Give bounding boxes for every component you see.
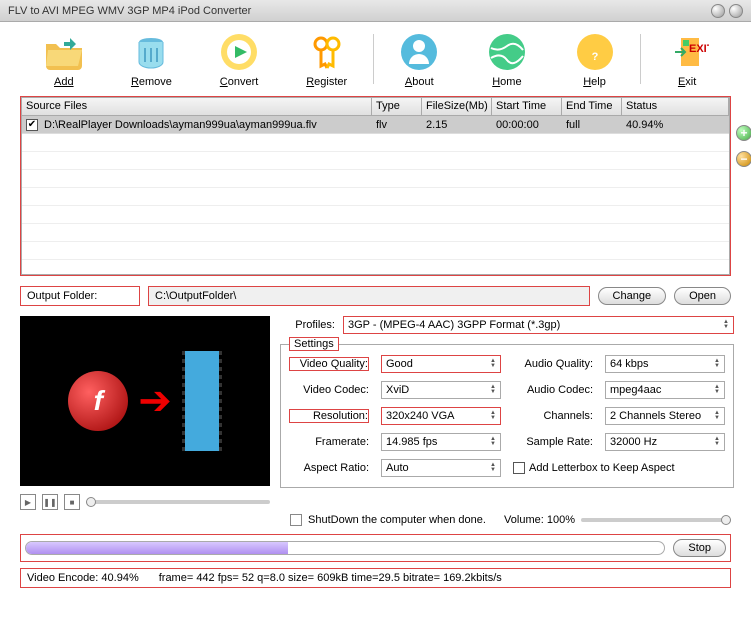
svg-text:?: ?	[591, 51, 598, 63]
flash-icon: f	[68, 371, 128, 431]
video-codec-select[interactable]: XviD▲▼	[381, 381, 501, 399]
shutdown-checkbox[interactable]	[290, 514, 302, 526]
preview-play-button[interactable]: ▶	[20, 494, 36, 510]
audio-codec-label: Audio Codec:	[513, 384, 593, 396]
file-table: + − Source Files Type FileSize(Mb) Start…	[20, 96, 731, 276]
aspect-label: Aspect Ratio:	[289, 462, 369, 474]
encode-status: Video Encode: 40.94%	[27, 572, 139, 584]
row-checkbox[interactable]: ✔	[26, 119, 38, 131]
window-title: FLV to AVI MPEG WMV 3GP MP4 iPod Convert…	[8, 5, 251, 17]
output-folder-path[interactable]: C:\OutputFolder\	[148, 286, 590, 306]
change-button[interactable]: Change	[598, 287, 667, 305]
user-icon	[397, 30, 441, 74]
resolution-select[interactable]: 320x240 VGA▲▼	[381, 407, 501, 425]
volume-value: 100%	[547, 514, 575, 526]
row-remove-button[interactable]: −	[736, 151, 751, 167]
help-icon: ?	[573, 30, 617, 74]
framerate-select[interactable]: 14.985 fps▲▼	[381, 433, 501, 451]
row-end: full	[562, 117, 622, 133]
profiles-label: Profiles:	[280, 319, 335, 331]
output-folder-label: Output Folder:	[20, 286, 140, 306]
row-add-button[interactable]: +	[736, 125, 751, 141]
settings-legend: Settings	[289, 337, 339, 351]
col-size[interactable]: FileSize(Mb)	[422, 98, 492, 115]
col-status[interactable]: Status	[622, 98, 729, 115]
col-type[interactable]: Type	[372, 98, 422, 115]
samplerate-select[interactable]: 32000 Hz▲▼	[605, 433, 725, 451]
video-quality-select[interactable]: Good▲▼	[381, 355, 501, 373]
row-start: 00:00:00	[492, 117, 562, 133]
profiles-select[interactable]: 3GP - (MPEG-4 AAC) 3GPP Format (*.3gp) ▲…	[343, 316, 734, 334]
channels-select[interactable]: 2 Channels Stereo▲▼	[605, 407, 725, 425]
col-start[interactable]: Start Time	[492, 98, 562, 115]
table-row[interactable]: ✔ D:\RealPlayer Downloads\ayman999ua\aym…	[22, 116, 729, 134]
svg-text:EXIT: EXIT	[689, 43, 709, 55]
exit-button[interactable]: EXIT Exit	[643, 30, 731, 88]
arrow-icon: ➔	[138, 378, 172, 424]
keys-icon	[305, 30, 349, 74]
audio-codec-select[interactable]: mpeg4aac▲▼	[605, 381, 725, 399]
shutdown-label: ShutDown the computer when done.	[308, 514, 486, 526]
folder-open-icon	[42, 30, 86, 74]
audio-quality-select[interactable]: 64 kbps▲▼	[605, 355, 725, 373]
convert-button[interactable]: Convert	[195, 30, 283, 88]
volume-slider[interactable]	[581, 518, 731, 522]
open-button[interactable]: Open	[674, 287, 731, 305]
row-status: 40.94%	[622, 117, 729, 133]
play-icon	[217, 30, 261, 74]
film-icon	[182, 351, 222, 451]
audio-quality-label: Audio Quality:	[513, 358, 593, 370]
minimize-button[interactable]	[711, 4, 725, 18]
trash-icon	[129, 30, 173, 74]
row-size: 2.15	[422, 117, 492, 133]
col-end[interactable]: End Time	[562, 98, 622, 115]
settings-group: Settings Video Quality: Good▲▼ Audio Qua…	[280, 344, 734, 488]
encode-stats: frame= 442 fps= 52 q=8.0 size= 609kB tim…	[159, 572, 502, 584]
close-button[interactable]	[729, 4, 743, 18]
titlebar: FLV to AVI MPEG WMV 3GP MP4 iPod Convert…	[0, 0, 751, 22]
volume-label: Volume:	[504, 514, 544, 526]
home-button[interactable]: Home	[463, 30, 551, 88]
register-button[interactable]: Register	[283, 30, 371, 88]
globe-icon	[485, 30, 529, 74]
video-codec-label: Video Codec:	[289, 384, 369, 396]
row-type: flv	[372, 117, 422, 133]
remove-button[interactable]: Remove	[108, 30, 196, 88]
about-button[interactable]: About	[375, 30, 463, 88]
samplerate-label: Sample Rate:	[513, 436, 593, 448]
help-button[interactable]: ? Help	[551, 30, 639, 88]
preview-slider[interactable]	[86, 500, 270, 504]
row-file: D:\RealPlayer Downloads\ayman999ua\ayman…	[40, 117, 372, 133]
video-quality-label: Video Quality:	[289, 357, 369, 371]
chevron-updown-icon: ▲▼	[723, 320, 729, 330]
exit-icon: EXIT	[665, 30, 709, 74]
letterbox-label: Add Letterbox to Keep Aspect	[529, 462, 675, 474]
preview-panel: f ➔	[20, 316, 270, 486]
preview-stop-button[interactable]: ■	[64, 494, 80, 510]
stop-button[interactable]: Stop	[673, 539, 726, 557]
channels-label: Channels:	[513, 410, 593, 422]
col-source[interactable]: Source Files	[22, 98, 372, 115]
add-button[interactable]: Add	[20, 30, 108, 88]
preview-pause-button[interactable]: ❚❚	[42, 494, 58, 510]
framerate-label: Framerate:	[289, 436, 369, 448]
toolbar: Add Remove Convert Register About Home ?…	[0, 22, 751, 96]
letterbox-checkbox[interactable]	[513, 462, 525, 474]
resolution-label: Resolution:	[289, 409, 369, 423]
progress-bar	[25, 541, 665, 555]
aspect-select[interactable]: Auto▲▼	[381, 459, 501, 477]
